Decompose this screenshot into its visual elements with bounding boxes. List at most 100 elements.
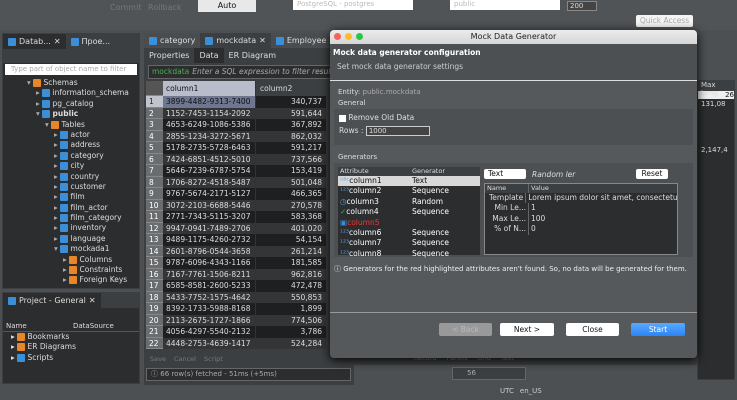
table-row[interactable]: 3 4653-6249-1086-5386 367,892 [146,119,354,131]
save-button[interactable]: Save [150,353,166,366]
attribute-row[interactable]: ¹²³column2 Sequence [338,186,480,196]
cell-column2[interactable]: 591,644 [256,107,326,119]
tree-item[interactable]: ▸ pg_catalog [3,99,139,109]
collapsed-arrow-icon[interactable]: ▸ [54,140,58,149]
table-row[interactable]: 7 5646-7239-6787-5754 153,419 [146,165,354,177]
tree-item[interactable]: ▸ language [3,234,139,244]
cell-column1[interactable]: 4653-6249-1086-5386 [163,119,256,131]
column-header-name[interactable]: Name [3,322,73,331]
collapsed-arrow-icon[interactable]: ▸ [54,161,58,170]
back-button[interactable]: < Back [439,323,492,336]
cell-column2[interactable]: 774,506 [256,314,326,326]
maximize-window-icon[interactable] [356,33,363,40]
tree-item[interactable]: ▾ Schemas [3,78,139,88]
cell-column2[interactable]: 583,368 [256,211,326,223]
attribute-row[interactable]: ▣column5 [338,218,480,228]
tree-item[interactable]: ▸ actor [3,130,139,140]
table-row[interactable]: 21 4056-4297-5540-2132 3,786 [146,326,354,338]
timezone[interactable]: UTC [500,387,514,395]
cell-column1[interactable]: 6585-8581-2600-5233 [163,280,256,292]
cell-column2[interactable]: 501,048 [256,176,326,188]
tab-mockdata[interactable]: mockdata ✕ [200,33,271,48]
cell-column1[interactable]: 5646-7239-6787-5754 [163,165,256,177]
attribute-row[interactable]: ✓column4 Sequence [338,207,480,217]
cancel-button[interactable]: Cancel [174,353,196,366]
expanded-arrow-icon[interactable]: ▾ [27,78,31,87]
tree-item[interactable]: ▸ information_schema [3,88,139,98]
table-row[interactable]: 5 5178-2735-5728-6463 591,217 [146,142,354,154]
collapsed-arrow-icon[interactable]: ▸ [54,130,58,139]
cell-column1[interactable]: 9787-6096-4343-1166 [163,257,256,269]
tree-item[interactable]: ▸ Foreign Keys [3,275,139,285]
tree-item[interactable]: ▸ Constraints [3,265,139,275]
reset-button[interactable]: Reset [636,169,668,179]
cell-column1[interactable]: 5433-7752-1575-4642 [163,291,256,303]
cell-column2[interactable]: 261,214 [256,245,326,257]
cell-column2[interactable]: 550,853 [256,291,326,303]
tab-database-navigator[interactable]: Datab... ✕ [3,34,66,49]
tree-item[interactable]: ▸ Columns [3,255,139,265]
collapsed-arrow-icon[interactable]: ▸ [63,265,67,274]
cell-column2[interactable]: 591,217 [256,142,326,154]
column-header-name[interactable]: Name [485,184,529,193]
tree-item[interactable]: ▸ film_category [3,213,139,223]
cell-column2[interactable]: 1,899 [256,303,326,315]
column-header-value[interactable]: Value [529,184,549,193]
cell-column2[interactable]: 270,578 [256,199,326,211]
table-row[interactable]: 18 5433-7752-1575-4642 550,853 [146,291,354,303]
collapsed-arrow-icon[interactable]: ▸ [54,213,58,222]
generator-select[interactable]: Text [484,169,526,179]
tab-projects[interactable]: Прое... [66,34,116,49]
sql-filter-input[interactable]: mockdata Enter a SQL expression to filter… [148,65,350,79]
collapsed-arrow-icon[interactable]: ▸ [54,192,58,201]
collapsed-arrow-icon[interactable]: ▸ [54,151,58,160]
cell-column2[interactable]: 3,786 [256,326,326,338]
collapsed-arrow-icon[interactable]: ▸ [36,99,40,108]
column-header-attribute[interactable]: Attribute [338,167,412,176]
navigator-filter-input[interactable]: Type part of object name to filter [5,64,137,75]
property-value[interactable]: 100 [529,214,545,224]
tree-item[interactable]: ▾ mockada1 [3,244,139,254]
cell-column1[interactable]: 4056-4297-5540-2132 [163,326,256,338]
property-row[interactable]: Max Le... 100 [485,213,677,225]
cell-column1[interactable]: 7424-6851-4512-5010 [163,153,256,165]
connection-select[interactable]: PostgreSQL - postgres [293,0,413,10]
expanded-arrow-icon[interactable]: ▾ [45,120,49,129]
cell-column2[interactable]: 340,737 [256,96,326,108]
table-row[interactable]: 16 7167-7761-1506-8211 962,816 [146,268,354,280]
close-icon[interactable]: ✕ [89,296,96,305]
table-row[interactable]: 4 2855-1234-3272-5671 862,032 [146,130,354,142]
cell-column1[interactable]: 2771-7343-5115-3207 [163,211,256,223]
table-row[interactable]: 14 2601-8796-0544-3658 261,214 [146,245,354,257]
collapsed-arrow-icon[interactable]: ▸ [36,88,40,97]
tree-item[interactable]: ▸ film [3,192,139,202]
column-header[interactable]: Max Leng [698,81,734,97]
project-item-bookmarks[interactable]: ▸ Bookmarks [11,332,139,342]
table-row[interactable]: 22 4448-2753-4639-1417 524,284 [146,337,354,349]
property-value[interactable]: Lorem ipsum dolor sit amet, consectetur … [526,193,677,203]
tree-item[interactable]: ▸ city [3,161,139,171]
cell-column2[interactable]: 466,365 [256,188,326,200]
close-icon[interactable]: ✕ [259,36,266,45]
cell-column2[interactable]: 54,154 [256,234,326,246]
cell-column1[interactable]: 1152-7453-1154-2092 [163,107,256,119]
cell-column1[interactable]: 1706-8272-4518-5487 [163,176,256,188]
tree-item[interactable]: ▸ inventory [3,223,139,233]
collapsed-arrow-icon[interactable]: ▸ [54,223,58,232]
attribute-row[interactable]: ¹²³column8 Sequence [338,249,480,259]
table-row[interactable]: 20 2113-2675-1727-1866 774,506 [146,314,354,326]
tree-item[interactable]: ▸ customer [3,182,139,192]
close-window-icon[interactable] [334,33,341,40]
cell-column1[interactable]: 5178-2735-5728-6463 [163,142,256,154]
table-row[interactable]: 13 9489-1175-4260-2732 54,154 [146,234,354,246]
project-item-scripts[interactable]: ▸ Scripts [11,353,139,363]
attribute-row[interactable]: ᴬᴮᶜcolumn1 Text [338,176,480,187]
expanded-arrow-icon[interactable]: ▾ [54,244,58,253]
column-header-column1[interactable]: column1 [163,81,256,96]
table-row[interactable]: 8 1706-8272-4518-5487 501,048 [146,176,354,188]
cell-column2[interactable]: 153,419 [256,165,326,177]
collapsed-arrow-icon[interactable]: ▸ [54,234,58,243]
collapsed-arrow-icon[interactable]: ▸ [54,172,58,181]
column-header-generator[interactable]: Generator [412,167,445,176]
cell-column2[interactable]: 401,020 [256,222,326,234]
